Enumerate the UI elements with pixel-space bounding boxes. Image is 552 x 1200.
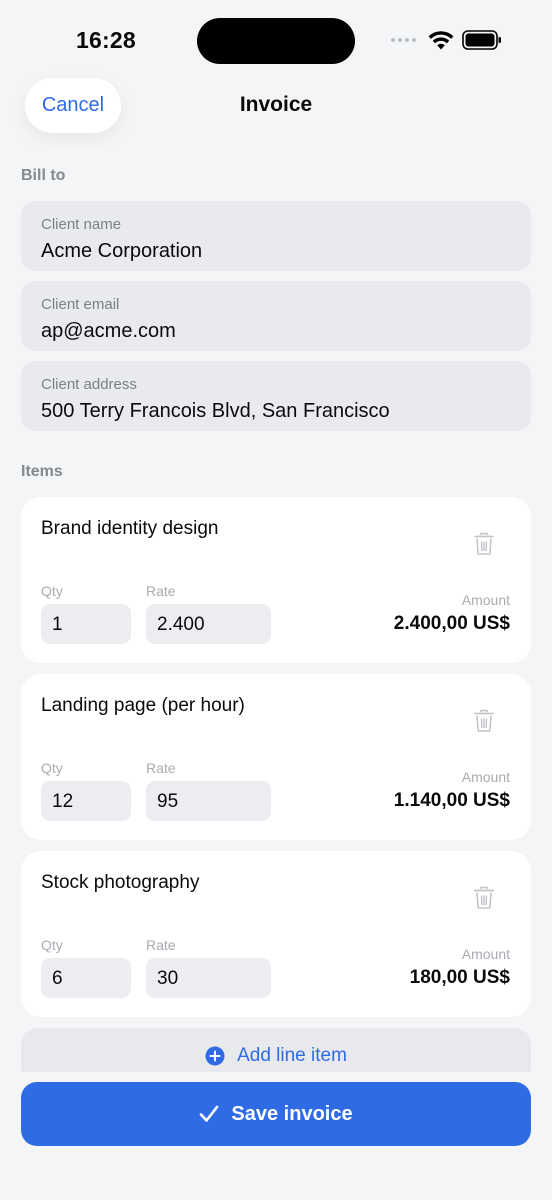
trash-icon[interactable] bbox=[473, 709, 495, 733]
wifi-icon bbox=[428, 30, 454, 49]
rate-input[interactable]: 95 bbox=[146, 781, 271, 821]
rate-value: 95 bbox=[157, 791, 179, 812]
amount-value: 180,00 US$ bbox=[409, 967, 510, 988]
client-name-label: Client name bbox=[41, 216, 122, 233]
battery-icon bbox=[462, 30, 501, 50]
qty-value: 12 bbox=[52, 791, 74, 812]
qty-value: 1 bbox=[52, 614, 63, 635]
nav-bar: Cancel Invoice bbox=[0, 78, 552, 134]
qty-label: Qty bbox=[41, 937, 63, 953]
save-invoice-label: Save invoice bbox=[231, 1102, 353, 1125]
client-address-field[interactable]: Client address 500 Terry Francois Blvd, … bbox=[21, 361, 531, 431]
qty-label: Qty bbox=[41, 760, 63, 776]
rate-input[interactable]: 2.400 bbox=[146, 604, 271, 644]
items-section-label: Items bbox=[21, 463, 63, 480]
client-name-field[interactable]: Client name Acme Corporation bbox=[21, 201, 531, 271]
amount-label: Amount bbox=[461, 946, 510, 962]
qty-value: 6 bbox=[52, 968, 63, 989]
signal-icon bbox=[391, 38, 416, 42]
plus-circle-icon bbox=[205, 1046, 225, 1066]
checkmark-icon bbox=[200, 1105, 219, 1122]
line-item-title[interactable]: Stock photography bbox=[41, 872, 199, 894]
trash-icon[interactable] bbox=[473, 532, 495, 556]
line-item-card: Stock photography Qty Rate 6 30 Amount 1… bbox=[21, 851, 531, 1017]
client-address-label: Client address bbox=[41, 376, 137, 393]
client-name-value[interactable]: Acme Corporation bbox=[41, 240, 202, 263]
save-invoice-button[interactable]: Save invoice bbox=[21, 1082, 531, 1146]
bill-to-section-label: Bill to bbox=[21, 167, 66, 184]
dynamic-island bbox=[197, 18, 355, 64]
qty-input[interactable]: 12 bbox=[41, 781, 131, 821]
qty-label: Qty bbox=[41, 583, 63, 599]
amount-label: Amount bbox=[461, 592, 510, 608]
rate-input[interactable]: 30 bbox=[146, 958, 271, 998]
amount-value: 2.400,00 US$ bbox=[393, 613, 510, 634]
line-item-title[interactable]: Landing page (per hour) bbox=[41, 695, 245, 717]
rate-label: Rate bbox=[146, 760, 176, 776]
rate-value: 2.400 bbox=[157, 614, 205, 635]
status-bar: 16:28 bbox=[0, 0, 552, 80]
status-time: 16:28 bbox=[76, 27, 136, 53]
line-item-title[interactable]: Brand identity design bbox=[41, 518, 218, 540]
amount-value: 1.140,00 US$ bbox=[393, 790, 510, 811]
client-email-field[interactable]: Client email ap@acme.com bbox=[21, 281, 531, 351]
rate-label: Rate bbox=[146, 583, 176, 599]
trash-icon[interactable] bbox=[473, 886, 495, 910]
client-email-label: Client email bbox=[41, 296, 120, 313]
page-title: Invoice bbox=[239, 93, 313, 116]
status-icons bbox=[391, 30, 502, 50]
client-email-value[interactable]: ap@acme.com bbox=[41, 320, 176, 343]
qty-input[interactable]: 6 bbox=[41, 958, 131, 998]
bottom-bar: Save invoice bbox=[0, 1072, 552, 1200]
add-line-item-label: Add line item bbox=[237, 1045, 347, 1066]
line-item-card: Brand identity design Qty Rate 1 2.400 A… bbox=[21, 497, 531, 663]
rate-label: Rate bbox=[146, 937, 176, 953]
amount-label: Amount bbox=[461, 769, 510, 785]
client-address-value[interactable]: 500 Terry Francois Blvd, San Francisco bbox=[41, 400, 390, 423]
qty-input[interactable]: 1 bbox=[41, 604, 131, 644]
line-item-card: Landing page (per hour) Qty Rate 12 95 A… bbox=[21, 674, 531, 840]
rate-value: 30 bbox=[157, 968, 179, 989]
